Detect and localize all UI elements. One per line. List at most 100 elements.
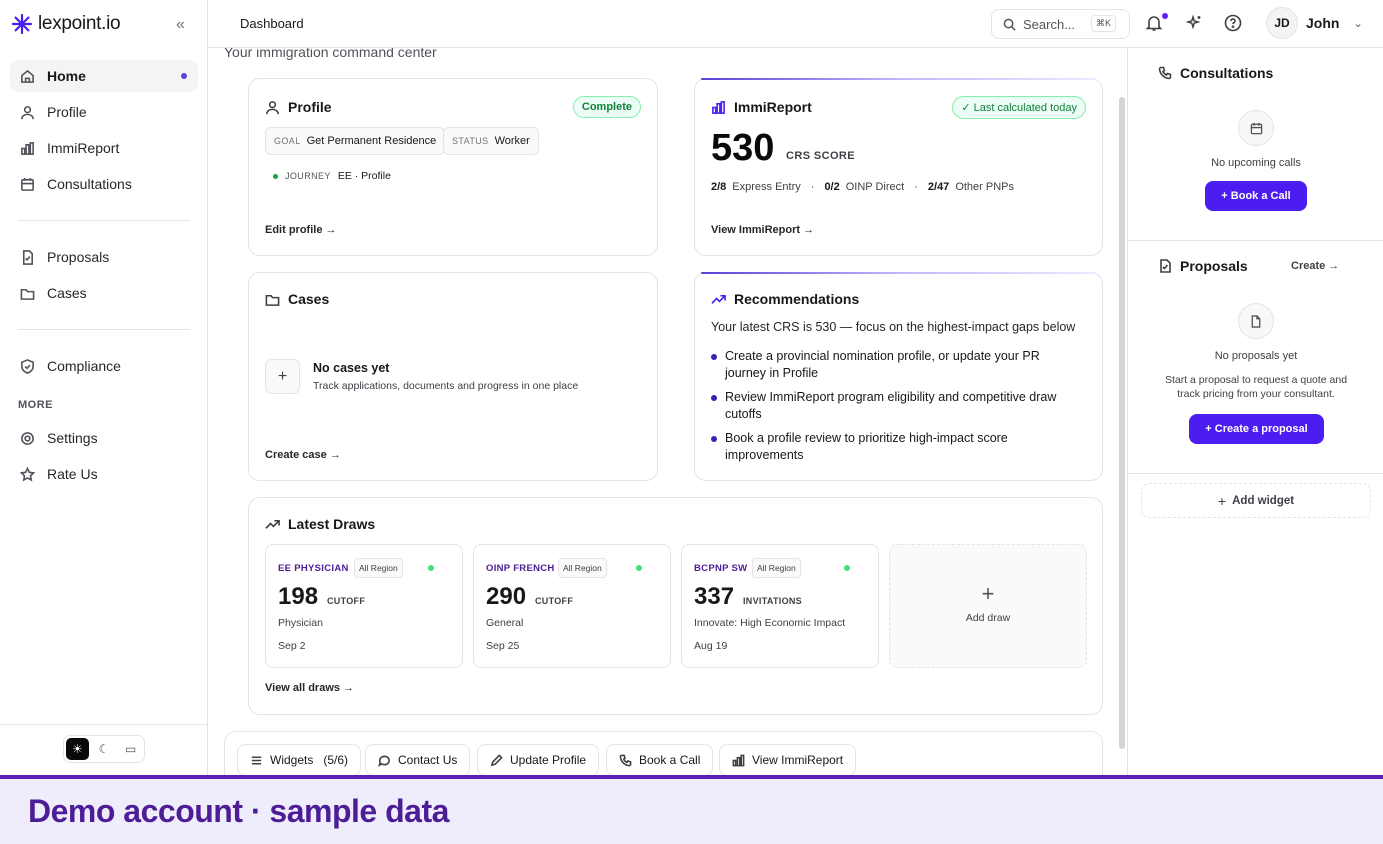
immireport-card: ImmiReport ✓ Last calculated today 530 C… bbox=[694, 78, 1103, 256]
user-icon bbox=[266, 100, 279, 114]
profile-card-title: Profile bbox=[265, 99, 332, 115]
sidebar-item-proposals[interactable]: Proposals bbox=[10, 241, 198, 273]
plus-icon: + bbox=[1217, 492, 1227, 509]
monitor-icon[interactable]: ▭ bbox=[119, 738, 142, 760]
draw-status-dot bbox=[428, 565, 434, 571]
button-label: Widgets bbox=[270, 753, 314, 767]
draw-card-ee-physician[interactable]: EE PHYSICIAN All Region 198 CUTOFF Physi… bbox=[265, 544, 463, 668]
theme-switcher: ☀ ☾ ▭ bbox=[63, 735, 145, 763]
panel-divider bbox=[1128, 240, 1383, 241]
book-a-call-button[interactable]: Book a Call bbox=[606, 744, 714, 776]
main-scrollbar[interactable] bbox=[1119, 97, 1125, 749]
draw-name: BCPNP SW bbox=[694, 563, 748, 574]
region-badge: All Region bbox=[752, 558, 801, 578]
update-profile-button[interactable]: Update Profile bbox=[477, 744, 600, 776]
sidebar-divider bbox=[18, 329, 190, 330]
draw-card-oinp-french[interactable]: OINP FRENCH All Region 290 CUTOFF Genera… bbox=[473, 544, 671, 668]
sidebar-item-consultations[interactable]: Consultations bbox=[10, 168, 198, 200]
card-title-label: Cases bbox=[288, 291, 330, 307]
view-all-draws-link[interactable]: View all draws → bbox=[265, 682, 354, 694]
active-indicator-dot bbox=[181, 73, 187, 79]
sun-icon[interactable]: ☀ bbox=[66, 738, 89, 760]
moon-icon[interactable]: ☾ bbox=[93, 738, 116, 760]
pencil-icon bbox=[490, 753, 503, 766]
add-widget-button[interactable]: + Add widget bbox=[1141, 483, 1371, 518]
draw-unit: CUTOFF bbox=[535, 596, 574, 606]
calendar-icon bbox=[1238, 110, 1274, 146]
sidebar-footer-divider bbox=[0, 724, 207, 725]
add-draw-label: Add draw bbox=[965, 612, 1011, 624]
sidebar-item-label: Cases bbox=[47, 285, 87, 301]
collapse-sidebar-icon[interactable]: « bbox=[176, 16, 185, 34]
card-title-label: Latest Draws bbox=[288, 516, 376, 532]
button-label: Contact Us bbox=[398, 753, 458, 767]
draw-value: 198 bbox=[278, 583, 319, 610]
panel-divider bbox=[1128, 473, 1383, 474]
add-draw-button[interactable]: + Add draw bbox=[889, 544, 1087, 668]
create-case-link[interactable]: Create case → bbox=[265, 449, 341, 461]
edit-profile-link[interactable]: Edit profile → bbox=[265, 224, 337, 236]
proposals-widget-title: Proposals bbox=[1158, 258, 1248, 274]
view-immireport-button[interactable]: View ImmiReport bbox=[719, 744, 857, 776]
program-stats: 2/8 Express Entry · 0/2 OINP Direct · 2/47… bbox=[711, 181, 1014, 193]
help-icon[interactable] bbox=[1224, 14, 1244, 34]
user-menu[interactable]: JD John ⌄ bbox=[1266, 7, 1363, 39]
separator: · bbox=[810, 181, 815, 193]
notification-dot bbox=[1162, 13, 1168, 19]
sparkles-icon[interactable] bbox=[1185, 14, 1205, 34]
chip-key: STATUS bbox=[452, 136, 489, 146]
create-a-proposal-button[interactable]: + Create a proposal bbox=[1189, 414, 1324, 444]
sidebar-item-label: Settings bbox=[47, 430, 98, 446]
sidebar-item-profile[interactable]: Profile bbox=[10, 96, 198, 128]
main-content: Your immigration command center Profile … bbox=[208, 48, 1127, 777]
bar-chart-icon bbox=[21, 141, 34, 155]
document-check-icon bbox=[22, 249, 33, 265]
view-immireport-link[interactable]: View ImmiReport → bbox=[711, 224, 814, 236]
draw-unit: INVITATIONS bbox=[743, 596, 802, 606]
sidebar-item-label: Profile bbox=[47, 104, 87, 120]
logo[interactable]: lexpoint.io bbox=[12, 13, 121, 35]
oinp-label: OINP Direct bbox=[845, 181, 905, 193]
sidebar-item-label: Compliance bbox=[47, 358, 121, 374]
sidebar-item-immireport[interactable]: ImmiReport bbox=[10, 132, 198, 164]
folder-icon bbox=[20, 288, 35, 300]
sidebar-item-cases[interactable]: Cases bbox=[10, 277, 198, 309]
sidebar-item-rate-us[interactable]: Rate Us bbox=[10, 458, 198, 490]
trending-up-icon bbox=[265, 519, 280, 529]
recommendations-intro: Your latest CRS is 530 — focus on the hi… bbox=[711, 320, 1076, 334]
latest-draws-card: Latest Draws EE PHYSICIAN All Region 198… bbox=[248, 497, 1103, 715]
chat-bubble-icon bbox=[378, 755, 390, 767]
card-accent-bar bbox=[701, 78, 1096, 80]
sidebar-item-settings[interactable]: Settings bbox=[10, 422, 198, 454]
ee-label: Express Entry bbox=[732, 181, 801, 193]
search-input[interactable]: Search... ⌘K bbox=[991, 9, 1130, 39]
create-proposal-link[interactable]: Create → bbox=[1291, 260, 1339, 272]
draw-category: Physician bbox=[278, 617, 323, 629]
sidebar-item-label: ImmiReport bbox=[47, 140, 120, 156]
folder-icon bbox=[265, 294, 280, 306]
logo-asterisk-icon bbox=[12, 14, 32, 34]
status-chip: STATUS Worker bbox=[443, 127, 539, 155]
right-panel: Consultations No upcoming calls + Book a… bbox=[1127, 48, 1383, 777]
contact-us-button[interactable]: Contact Us bbox=[365, 744, 471, 776]
draw-value: 337 bbox=[694, 583, 735, 610]
recommendations-card-title: Recommendations bbox=[711, 291, 859, 307]
sidebar: lexpoint.io « Home Profile ImmiReport Co… bbox=[0, 0, 208, 777]
draw-card-bcpnp-sw[interactable]: BCPNP SW All Region 337 INVITATIONS Inno… bbox=[681, 544, 879, 668]
chip-key: GOAL bbox=[274, 136, 301, 146]
sidebar-item-compliance[interactable]: Compliance bbox=[10, 350, 198, 382]
sidebar-item-home[interactable]: Home bbox=[10, 60, 198, 92]
calculated-badge: ✓ Last calculated today bbox=[952, 96, 1086, 119]
journey-value: EE · Profile bbox=[337, 170, 391, 182]
sidebar-item-label: Consultations bbox=[47, 176, 132, 192]
shield-icon bbox=[21, 358, 34, 374]
widgets-button[interactable]: Widgets (5/6) bbox=[237, 744, 362, 776]
region-badge: All Region bbox=[558, 558, 607, 578]
status-badge: Complete bbox=[572, 96, 641, 118]
empty-cases-subtitle: Track applications, documents and progre… bbox=[313, 380, 579, 392]
add-case-icon[interactable]: + bbox=[265, 359, 300, 394]
draw-unit: CUTOFF bbox=[327, 596, 366, 606]
no-proposals-text: No proposals yet bbox=[1214, 350, 1298, 362]
phone-icon bbox=[619, 754, 632, 766]
book-a-call-primary-button[interactable]: + Book a Call bbox=[1205, 181, 1307, 211]
